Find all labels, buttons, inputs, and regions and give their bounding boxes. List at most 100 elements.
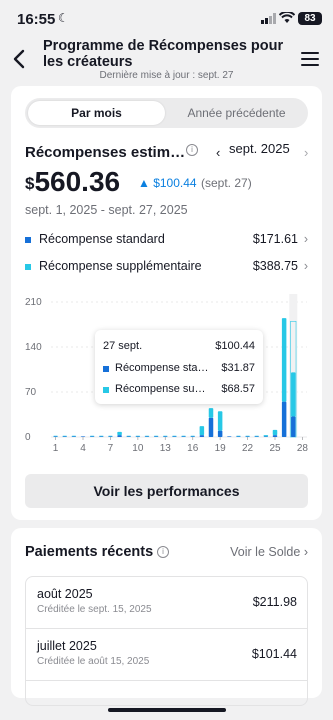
bar-standard bbox=[236, 436, 241, 437]
payment-credited-date: Créditée le sept. 15, 2025 bbox=[37, 604, 152, 615]
tooltip-total: $100.44 bbox=[215, 340, 255, 352]
payment-credited-date: Créditée le août 15, 2025 bbox=[37, 656, 150, 667]
home-indicator bbox=[108, 708, 226, 712]
list-item[interactable]: juillet 2025 Créditée le août 15, 2025 $… bbox=[26, 629, 307, 681]
period-segmented-control: Par mois Année précédente bbox=[25, 98, 308, 128]
chevron-right-icon: › bbox=[303, 545, 308, 559]
bar-supplementary bbox=[199, 426, 205, 436]
bar-supplementary bbox=[272, 429, 278, 436]
bar-supplementary bbox=[217, 411, 223, 431]
chevron-right-icon[interactable]: › bbox=[304, 145, 308, 160]
payment-month: juillet 2025 bbox=[37, 639, 97, 653]
x-tick-label: 16 bbox=[187, 443, 199, 452]
bar-standard bbox=[217, 430, 223, 437]
x-tick-label: 4 bbox=[80, 443, 86, 452]
header: Programme de Récompenses pour les créate… bbox=[0, 36, 333, 82]
bar-supplementary bbox=[245, 435, 250, 437]
y-tick-label: 70 bbox=[25, 387, 37, 398]
bar-supplementary bbox=[263, 435, 269, 437]
bar-supplementary bbox=[291, 372, 296, 417]
x-tick-label: 13 bbox=[160, 443, 172, 452]
page-title: Programme de Récompenses pour les créate… bbox=[43, 38, 284, 70]
tooltip-header: 27 sept. $100.44 bbox=[103, 340, 255, 354]
bar-standard bbox=[281, 401, 287, 437]
bar-supplementary bbox=[144, 435, 150, 437]
bar-supplementary bbox=[126, 435, 131, 437]
battery-icon: 83 bbox=[298, 12, 322, 25]
bar-standard bbox=[117, 435, 122, 437]
payment-month: août 2025 bbox=[37, 587, 93, 601]
bar-supplementary bbox=[71, 435, 77, 437]
total-amount: $560.36 bbox=[25, 166, 120, 198]
bar-standard bbox=[208, 417, 214, 437]
tooltip-bonus-label: Récompense supplémentaire bbox=[115, 383, 211, 395]
list-item[interactable] bbox=[26, 681, 307, 705]
bar-supplementary bbox=[153, 435, 159, 437]
selected-month: sept. 2025 bbox=[229, 141, 290, 156]
recent-payments-card: Paiements récents i Voir le Solde › août… bbox=[11, 528, 322, 706]
back-arrow-icon[interactable] bbox=[10, 48, 30, 70]
info-icon[interactable]: i bbox=[157, 546, 169, 558]
bonus-reward-row[interactable]: Récompense supplémentaire $388.75 › bbox=[25, 259, 308, 277]
chevron-left-icon[interactable]: ‹ bbox=[216, 145, 220, 160]
tab-par-mois[interactable]: Par mois bbox=[28, 101, 165, 125]
x-tick-label: 28 bbox=[297, 443, 309, 452]
bar-supplementary bbox=[62, 435, 67, 437]
chevron-right-icon: › bbox=[303, 259, 308, 273]
x-tick-label: 7 bbox=[108, 443, 114, 452]
month-picker: ‹ sept. 2025 › bbox=[216, 141, 310, 173]
tooltip-standard-label: Récompense standard bbox=[115, 362, 211, 374]
x-tick-label: 10 bbox=[132, 443, 144, 452]
signal-icon bbox=[261, 13, 276, 24]
bar-standard bbox=[245, 436, 250, 437]
x-tick-label: 25 bbox=[269, 443, 281, 452]
status-bar: 16:55 ☾ 83 bbox=[0, 0, 333, 36]
chevron-right-icon: › bbox=[303, 232, 308, 246]
bar-supplementary bbox=[236, 435, 241, 437]
view-performance-button[interactable]: Voir les performances bbox=[25, 474, 308, 508]
standard-color-swatch bbox=[25, 237, 31, 243]
bar-standard bbox=[53, 436, 58, 437]
bar-standard bbox=[291, 416, 296, 437]
y-tick-label: 0 bbox=[25, 432, 31, 443]
daily-delta: ▲ $100.44 bbox=[138, 176, 197, 190]
bar-standard bbox=[144, 436, 150, 437]
estimated-rewards-label: Récompenses estim… bbox=[25, 144, 186, 161]
bar-supplementary bbox=[99, 435, 104, 437]
view-balance-label: Voir le Solde bbox=[230, 545, 301, 559]
bar-supplementary bbox=[117, 431, 122, 436]
bar-supplementary bbox=[190, 435, 195, 437]
standard-reward-row[interactable]: Récompense standard $171.61 › bbox=[25, 232, 308, 250]
hamburger-menu-icon[interactable] bbox=[300, 51, 320, 67]
bar-standard bbox=[126, 436, 131, 437]
bar-supplementary bbox=[89, 435, 95, 437]
bonus-color-swatch bbox=[25, 264, 31, 270]
bar-supplementary bbox=[53, 435, 58, 437]
y-tick-label: 210 bbox=[25, 297, 42, 308]
standard-color-swatch bbox=[103, 366, 109, 372]
moon-icon: ☾ bbox=[58, 11, 69, 25]
bar-standard bbox=[272, 435, 278, 437]
tooltip-standard-value: $31.87 bbox=[221, 362, 255, 374]
bar-supplementary bbox=[281, 318, 287, 402]
y-tick-label: 140 bbox=[25, 342, 42, 353]
bar-standard bbox=[108, 436, 113, 437]
tooltip-row-bonus: Récompense supplémentaire $68.57 bbox=[103, 383, 255, 397]
info-icon[interactable]: i bbox=[186, 144, 198, 156]
chart-tooltip: 27 sept. $100.44 Récompense standard $31… bbox=[95, 330, 263, 404]
list-item[interactable]: août 2025 Créditée le sept. 15, 2025 $21… bbox=[26, 577, 307, 629]
bar-standard bbox=[199, 435, 205, 437]
last-update-text: Dernière mise à jour : sept. 27 bbox=[99, 70, 234, 81]
bar-standard bbox=[89, 436, 95, 437]
rewards-card: Par mois Année précédente Récompenses es… bbox=[11, 86, 322, 520]
standard-reward-value: $171.61 bbox=[252, 232, 298, 246]
x-tick-label: 19 bbox=[215, 443, 227, 452]
bar-standard bbox=[172, 436, 177, 437]
tab-annee-precedente[interactable]: Année précédente bbox=[168, 101, 305, 125]
bar-supplementary bbox=[181, 435, 186, 437]
bonus-reward-label: Récompense supplémentaire bbox=[39, 259, 202, 273]
bar-supplementary bbox=[108, 435, 113, 437]
view-balance-link[interactable]: Voir le Solde › bbox=[230, 545, 308, 559]
payment-amount: $101.44 bbox=[251, 647, 297, 661]
bar-standard bbox=[227, 436, 232, 437]
